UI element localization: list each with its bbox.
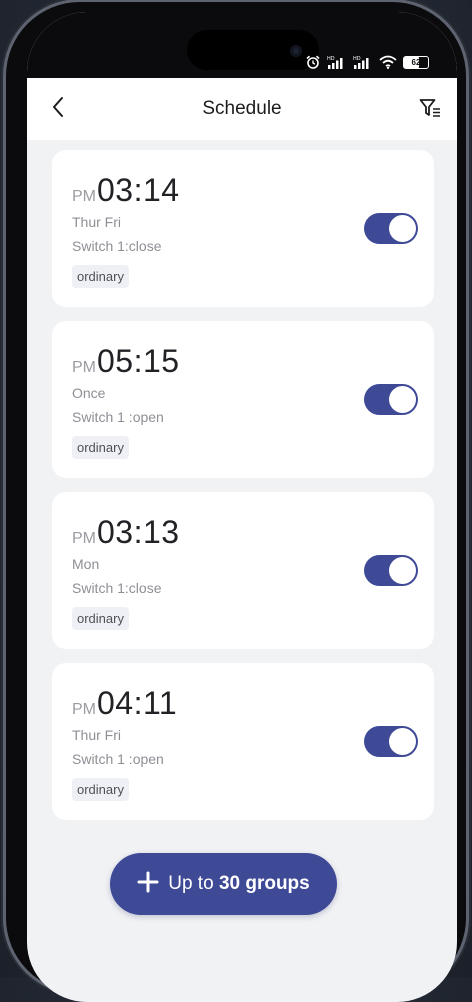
time-row: PM05:15: [72, 343, 180, 380]
schedule-card[interactable]: PM03:14 Thur Fri Switch 1:close ordinary: [52, 150, 434, 307]
ampm-label: PM: [72, 701, 96, 718]
filter-button[interactable]: [417, 98, 443, 122]
battery-icon: 62: [403, 55, 429, 69]
add-button-label: Up to 30 groups: [168, 873, 310, 895]
switch-action: Switch 1 :open: [72, 751, 164, 767]
schedule-card[interactable]: PM04:11 Thur Fri Switch 1 :open ordinary: [52, 663, 434, 820]
repeat-days: Mon: [72, 556, 100, 572]
time-label: 05:15: [97, 343, 180, 379]
svg-text:HD: HD: [327, 56, 335, 62]
type-tag: ordinary: [72, 265, 129, 288]
filter-icon: [419, 98, 441, 123]
schedule-toggle[interactable]: [364, 213, 418, 244]
toggle-knob: [389, 215, 416, 242]
ampm-label: PM: [72, 530, 96, 547]
front-camera: [290, 45, 302, 57]
schedule-list: PM03:14 Thur Fri Switch 1:close ordinary…: [52, 150, 434, 834]
alarm-icon: [305, 55, 321, 69]
add-schedule-button[interactable]: Up to 30 groups: [110, 853, 337, 915]
time-row: PM03:14: [72, 172, 180, 209]
type-tag: ordinary: [72, 778, 129, 801]
svg-text:HD: HD: [353, 56, 361, 62]
repeat-days: Thur Fri: [72, 214, 121, 230]
add-button-count: 30 groups: [218, 873, 310, 894]
time-label: 03:14: [97, 172, 180, 208]
switch-action: Switch 1 :open: [72, 409, 164, 425]
wifi-icon: [379, 55, 397, 69]
phone-frame: HD HD 62 Schedule PM03:14 Thur Fri Switc…: [6, 2, 466, 1002]
type-tag: ordinary: [72, 436, 129, 459]
time-label: 03:13: [97, 514, 180, 550]
schedule-card[interactable]: PM03:13 Mon Switch 1:close ordinary: [52, 492, 434, 649]
switch-action: Switch 1:close: [72, 238, 162, 254]
navigation-bar: Schedule: [27, 78, 457, 140]
plus-icon: [137, 871, 159, 898]
repeat-days: Thur Fri: [72, 727, 121, 743]
repeat-days: Once: [72, 385, 106, 401]
time-row: PM04:11: [72, 685, 177, 722]
type-tag: ordinary: [72, 607, 129, 630]
switch-action: Switch 1:close: [72, 580, 162, 596]
toggle-knob: [389, 557, 416, 584]
time-label: 04:11: [97, 685, 178, 721]
hd-signal-icon: HD: [327, 55, 347, 69]
toggle-knob: [389, 728, 416, 755]
time-row: PM03:13: [72, 514, 180, 551]
ampm-label: PM: [72, 188, 96, 205]
page-title: Schedule: [202, 98, 282, 119]
battery-level: 62: [411, 57, 421, 67]
schedule-card[interactable]: PM05:15 Once Switch 1 :open ordinary: [52, 321, 434, 478]
schedule-toggle[interactable]: [364, 555, 418, 586]
hd-signal-icon: HD: [353, 55, 373, 69]
add-button-prefix: Up to: [168, 873, 214, 894]
ampm-label: PM: [72, 359, 96, 376]
status-bar: HD HD 62: [27, 12, 457, 78]
toggle-knob: [389, 386, 416, 413]
status-icons: HD HD 62: [305, 55, 429, 69]
schedule-toggle[interactable]: [364, 384, 418, 415]
schedule-toggle[interactable]: [364, 726, 418, 757]
